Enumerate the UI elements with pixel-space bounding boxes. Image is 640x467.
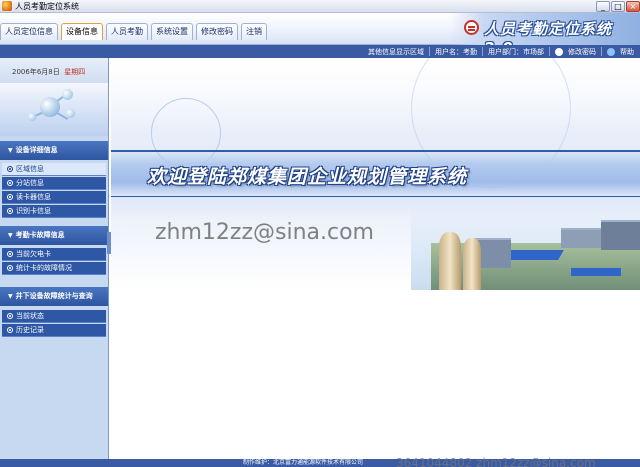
footer-watermark: 3641044802 zhm12zz@sina.com [396, 456, 596, 467]
date-value: 2006年6月8日 [12, 68, 60, 76]
tab-logout[interactable]: 注销 [241, 23, 267, 40]
welcome-banner-text: 欢迎登陆郑煤集团企业规划管理系统 [147, 166, 468, 188]
help-icon [607, 47, 615, 56]
menu-item-label: 读卡器信息 [16, 193, 51, 201]
maximize-button[interactable]: □ [611, 1, 625, 12]
bullet-icon [7, 166, 13, 172]
molecule-atom [66, 109, 75, 118]
main-tabs: 人员定位信息 设备信息 人员考勤 系统设置 修改密码 注销 [0, 23, 270, 40]
menu-item-current-status[interactable]: 当前状态 [2, 310, 106, 323]
tab-system-settings[interactable]: 系统设置 [151, 23, 193, 40]
window-title: 人员考勤定位系统 [15, 1, 79, 11]
bullet-icon [7, 194, 13, 200]
menu-group-card-faults[interactable]: 考勤卡故障信息 [0, 226, 108, 245]
divider [111, 150, 640, 152]
menu-item-label: 区域信息 [16, 165, 44, 173]
bullet-icon [7, 327, 13, 333]
menu-item-label: 分站信息 [16, 179, 44, 187]
molecule-atom [40, 97, 60, 117]
main-content: 欢迎登陆郑煤集团企业规划管理系统 zhm12zz@sina.com [111, 58, 640, 459]
bullet-icon [7, 180, 13, 186]
menu-item-label: 当前欠电卡 [16, 250, 51, 258]
info-user: 用户名：考勤 [435, 47, 477, 56]
brand-banner: 人员考勤定位系统2.0 [450, 13, 640, 57]
molecule-atom [62, 89, 73, 100]
app-window: 人员考勤定位系统 _ □ × 人员定位信息 设备信息 人员考勤 系统设置 修改密… [0, 0, 640, 467]
date-strip: 2006年6月8日 星期四 [0, 58, 108, 83]
info-bar: 其他信息显示区域 用户名：考勤 用户部门：市场部 修改密码 帮助 [0, 45, 640, 58]
menu-item-label: 当前状态 [16, 312, 44, 320]
lock-icon [555, 47, 563, 56]
molecule-atom [28, 113, 36, 121]
industrial-park-image [411, 198, 640, 290]
divider [549, 47, 550, 56]
menu-item-card-fault-stats[interactable]: 统计卡的故障情况 [2, 262, 106, 275]
divider [429, 47, 430, 56]
bullet-icon [7, 251, 13, 257]
menu-item-label: 统计卡的故障情况 [16, 264, 72, 272]
brand-logo-icon [464, 20, 479, 35]
weekday: 星期四 [64, 68, 86, 76]
menu-item-card-reader-info[interactable]: 读卡器信息 [2, 191, 106, 204]
bullet-icon [7, 313, 13, 319]
current-date: 2006年6月8日 星期四 [12, 67, 85, 77]
bullet-icon [7, 208, 13, 214]
footer-credit: 制作维护：北京富力通能源软件技术有限公司 [243, 459, 364, 466]
info-dept: 用户部门：市场部 [488, 47, 544, 56]
divider [111, 196, 640, 197]
header: 人员定位信息 设备信息 人员考勤 系统设置 修改密码 注销 人员考勤定位系统2.… [0, 13, 640, 57]
footer: 制作维护：北京富力通能源软件技术有限公司 3641044802 zhm12zz@… [0, 456, 640, 467]
window-controls: _ □ × [595, 1, 640, 12]
menu-group-equipment-fault-query[interactable]: 井下设备故障统计与查询 [0, 287, 108, 306]
menu-item-area-info[interactable]: 区域信息 [2, 163, 106, 176]
menu-item-label: 历史记录 [16, 326, 44, 334]
info-scope: 其他信息显示区域 [368, 47, 424, 56]
menu-group-device-details[interactable]: 设备详细信息 [0, 141, 108, 160]
menu-item-label: 识别卡信息 [16, 207, 51, 215]
minimize-button[interactable]: _ [596, 1, 610, 12]
tab-change-password[interactable]: 修改密码 [196, 23, 238, 40]
tab-attendance[interactable]: 人员考勤 [106, 23, 148, 40]
welcome-hero: 欢迎登陆郑煤集团企业规划管理系统 [111, 58, 640, 290]
sidebar: 2006年6月8日 星期四 设备详细信息 区域信息 分站信息 读卡器信息 识别卡… [0, 58, 109, 459]
molecule-graphic [0, 83, 108, 136]
title-bar: 人员考勤定位系统 _ □ × [0, 0, 640, 13]
help-link[interactable]: 帮助 [620, 47, 634, 57]
close-button[interactable]: × [626, 1, 640, 12]
change-password-link[interactable]: 修改密码 [568, 47, 596, 57]
divider [601, 47, 602, 56]
menu-item-low-battery-cards[interactable]: 当前欠电卡 [2, 248, 106, 261]
app-icon [2, 1, 12, 11]
menu-item-history[interactable]: 历史记录 [2, 324, 106, 337]
watermark-text: zhm12zz@sina.com [155, 220, 374, 245]
menu-item-substation-info[interactable]: 分站信息 [2, 177, 106, 190]
tab-device-info[interactable]: 设备信息 [61, 23, 103, 40]
menu-item-id-card-info[interactable]: 识别卡信息 [2, 205, 106, 218]
bullet-icon [7, 265, 13, 271]
divider [482, 47, 483, 56]
tab-personnel-location[interactable]: 人员定位信息 [0, 23, 58, 40]
